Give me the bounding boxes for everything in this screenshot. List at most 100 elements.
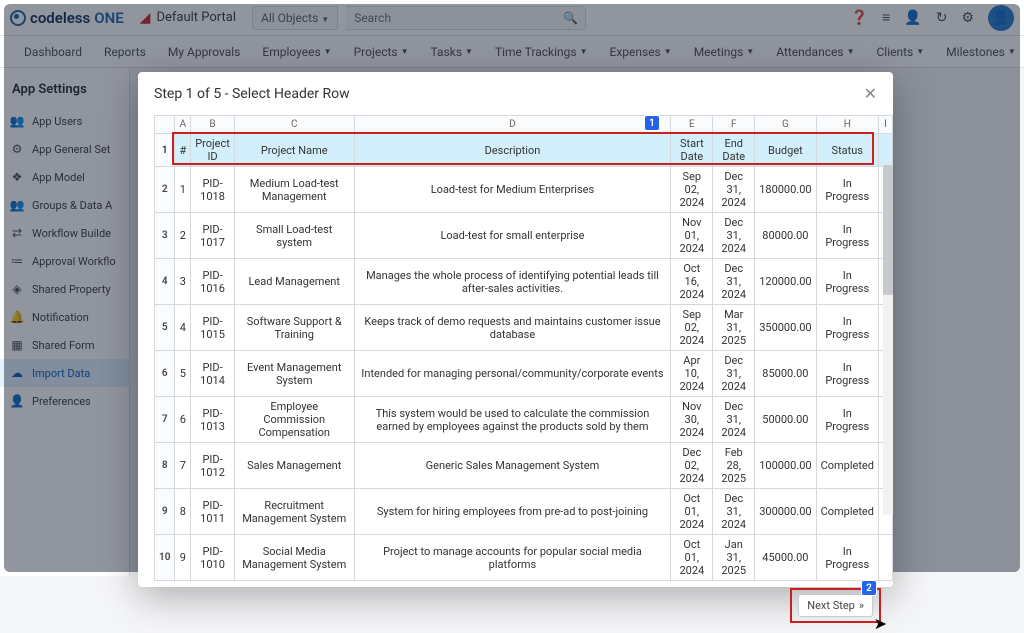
cell: 9: [175, 535, 191, 581]
header-cell[interactable]: Description: [354, 134, 671, 167]
cell: PID-1010: [191, 535, 235, 581]
header-cell[interactable]: #: [175, 134, 191, 167]
col-letter[interactable]: H: [816, 116, 878, 134]
vertical-scrollbar[interactable]: [883, 165, 893, 515]
cell: Recruitment Management System: [234, 489, 354, 535]
cell: Dec 31, 2024: [713, 351, 755, 397]
cell: 8: [175, 489, 191, 535]
header-cell[interactable]: [878, 134, 892, 167]
cell: 350000.00: [755, 305, 816, 351]
cell: Lead Management: [234, 259, 354, 305]
modal-header: Step 1 of 5 - Select Header Row ✕: [138, 72, 893, 115]
sheet-wrap: ABCDEFGHI1#Project IDProject NameDescrip…: [154, 115, 893, 581]
col-letter[interactable]: I: [878, 116, 892, 134]
col-letter[interactable]: E: [671, 116, 713, 134]
cell: Dec 31, 2024: [713, 259, 755, 305]
cell: Completed: [816, 443, 878, 489]
cell: 7: [175, 443, 191, 489]
col-letter[interactable]: C: [234, 116, 354, 134]
row-number[interactable]: 8: [155, 443, 175, 489]
cell: Sales Management: [234, 443, 354, 489]
cell: This system would be used to calculate t…: [354, 397, 671, 443]
data-sheet[interactable]: ABCDEFGHI1#Project IDProject NameDescrip…: [154, 115, 893, 581]
cell: Keeps track of demo requests and maintai…: [354, 305, 671, 351]
row-number[interactable]: 4: [155, 259, 175, 305]
header-cell[interactable]: Start Date: [671, 134, 713, 167]
header-cell[interactable]: Budget: [755, 134, 816, 167]
table-row[interactable]: 65PID-1014Event Management SystemIntende…: [155, 351, 893, 397]
table-row[interactable]: 98PID-1011Recruitment Management SystemS…: [155, 489, 893, 535]
cell: 3: [175, 259, 191, 305]
import-modal: Step 1 of 5 - Select Header Row ✕ ABCDEF…: [138, 72, 893, 587]
table-row[interactable]: 54PID-1015Software Support & TrainingKee…: [155, 305, 893, 351]
header-cell[interactable]: Project Name: [234, 134, 354, 167]
cell: Load-test for small enterprise: [354, 213, 671, 259]
row-number[interactable]: 9: [155, 489, 175, 535]
next-step-button[interactable]: Next Step »: [798, 594, 873, 617]
col-letter[interactable]: B: [191, 116, 235, 134]
cell: PID-1017: [191, 213, 235, 259]
cell: Small Load-test system: [234, 213, 354, 259]
col-letter[interactable]: G: [755, 116, 816, 134]
cell: PID-1013: [191, 397, 235, 443]
row-number[interactable]: 10: [155, 535, 175, 581]
cell: 85000.00: [755, 351, 816, 397]
cell: PID-1018: [191, 167, 235, 213]
cell: In Progress: [816, 535, 878, 581]
cell: PID-1016: [191, 259, 235, 305]
cell: 50000.00: [755, 397, 816, 443]
column-letter-row: ABCDEFGHI: [155, 116, 893, 134]
table-row[interactable]: 21PID-1018Medium Load-test ManagementLoa…: [155, 167, 893, 213]
col-letter[interactable]: A: [175, 116, 191, 134]
row-number[interactable]: 6: [155, 351, 175, 397]
table-row[interactable]: 43PID-1016Lead ManagementManages the who…: [155, 259, 893, 305]
close-icon[interactable]: ✕: [864, 84, 877, 103]
table-row[interactable]: 87PID-1012Sales ManagementGeneric Sales …: [155, 443, 893, 489]
cell: Apr 10, 2024: [671, 351, 713, 397]
scroll-thumb[interactable]: [883, 165, 893, 295]
cell: 45000.00: [755, 535, 816, 581]
header-cell[interactable]: Project ID: [191, 134, 235, 167]
cell: Medium Load-test Management: [234, 167, 354, 213]
table-row[interactable]: 109PID-1010Social Media Management Syste…: [155, 535, 893, 581]
cell: In Progress: [816, 397, 878, 443]
cell: Oct 16, 2024: [671, 259, 713, 305]
header-cell[interactable]: End Date: [713, 134, 755, 167]
row-number[interactable]: 7: [155, 397, 175, 443]
cell: [878, 535, 892, 581]
cell: Jan 31, 2025: [713, 535, 755, 581]
modal-body: ABCDEFGHI1#Project IDProject NameDescrip…: [138, 115, 893, 587]
cell: In Progress: [816, 351, 878, 397]
header-row[interactable]: 1#Project IDProject NameDescriptionStart…: [155, 134, 893, 167]
cell: Employee Commission Compensation: [234, 397, 354, 443]
cell: Generic Sales Management System: [354, 443, 671, 489]
cell: In Progress: [816, 305, 878, 351]
col-letter[interactable]: D: [354, 116, 671, 134]
cell: 1: [175, 167, 191, 213]
table-row[interactable]: 76PID-1013Employee Commission Compensati…: [155, 397, 893, 443]
cell: Event Management System: [234, 351, 354, 397]
cell: Manages the whole process of identifying…: [354, 259, 671, 305]
chevron-right-icon: »: [859, 599, 864, 612]
row-number[interactable]: 2: [155, 167, 175, 213]
cell: Sep 02, 2024: [671, 305, 713, 351]
cell: In Progress: [816, 259, 878, 305]
row-number[interactable]: 5: [155, 305, 175, 351]
cell: 100000.00: [755, 443, 816, 489]
cell: 180000.00: [755, 167, 816, 213]
cell: Dec 31, 2024: [713, 489, 755, 535]
cell: Dec 02, 2024: [671, 443, 713, 489]
cell: Oct 01, 2024: [671, 489, 713, 535]
cell: PID-1015: [191, 305, 235, 351]
cell: 5: [175, 351, 191, 397]
cell: Project to manage accounts for popular s…: [354, 535, 671, 581]
cell: In Progress: [816, 167, 878, 213]
header-cell[interactable]: Status: [816, 134, 878, 167]
cell: 80000.00: [755, 213, 816, 259]
row-number[interactable]: 3: [155, 213, 175, 259]
table-row[interactable]: 32PID-1017Small Load-test systemLoad-tes…: [155, 213, 893, 259]
cell: 120000.00: [755, 259, 816, 305]
col-letter[interactable]: F: [713, 116, 755, 134]
cell: Software Support & Training: [234, 305, 354, 351]
cell: Dec 31, 2024: [713, 213, 755, 259]
